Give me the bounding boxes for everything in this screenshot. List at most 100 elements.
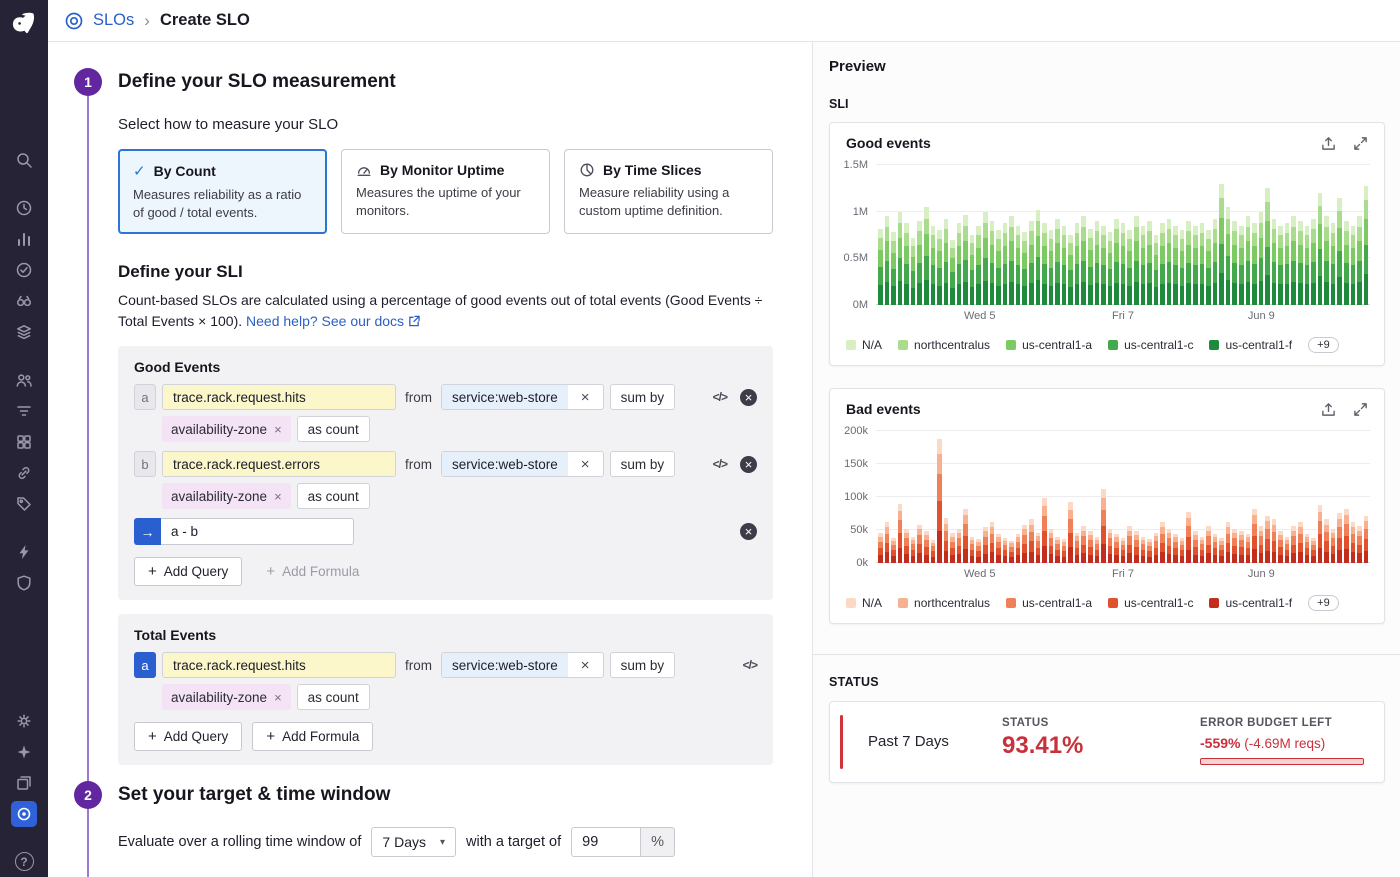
history-icon[interactable]	[0, 192, 48, 223]
bar[interactable]	[1337, 431, 1342, 563]
bar[interactable]	[1351, 431, 1356, 563]
bar[interactable]	[1121, 165, 1126, 305]
bar[interactable]	[976, 431, 981, 563]
workflows-gear-icon[interactable]	[0, 705, 48, 736]
bar[interactable]	[1200, 431, 1205, 563]
bar[interactable]	[1114, 165, 1119, 305]
bar[interactable]	[1226, 431, 1231, 563]
bar[interactable]	[1351, 165, 1356, 305]
bar[interactable]	[1154, 431, 1159, 563]
bar[interactable]	[1206, 165, 1211, 305]
bar[interactable]	[1081, 431, 1086, 563]
bar[interactable]	[911, 165, 916, 305]
bar[interactable]	[1095, 165, 1100, 305]
docs-link[interactable]: Need help? See our docs	[246, 313, 420, 329]
bar[interactable]	[1134, 431, 1139, 563]
bar[interactable]	[1127, 431, 1132, 563]
bar[interactable]	[885, 165, 890, 305]
filter-box[interactable]: service:web-store ×	[441, 384, 604, 410]
remove-filter-icon[interactable]: ×	[568, 385, 603, 409]
remove-group-icon[interactable]: ×	[274, 489, 282, 504]
legend-item[interactable]: us-central1-c	[1108, 338, 1193, 352]
bar[interactable]	[1213, 431, 1218, 563]
bar[interactable]	[1075, 165, 1080, 305]
sum-by-button[interactable]: sum by	[610, 384, 676, 410]
remove-formula-icon[interactable]: ×	[740, 523, 757, 540]
org-users-icon[interactable]	[0, 364, 48, 395]
legend-item[interactable]: us-central1-f	[1209, 338, 1292, 352]
bar[interactable]	[1049, 431, 1054, 563]
bar[interactable]	[1049, 165, 1054, 305]
bar[interactable]	[1009, 431, 1014, 563]
bar[interactable]	[1029, 431, 1034, 563]
group-by-chip[interactable]: availability-zone ×	[162, 684, 291, 710]
bar[interactable]	[1259, 165, 1264, 305]
export-icon[interactable]	[1321, 136, 1336, 151]
bar[interactable]	[1186, 431, 1191, 563]
bar[interactable]	[924, 165, 929, 305]
bar[interactable]	[1160, 431, 1165, 563]
add-formula-button[interactable]: +Add Formula	[252, 722, 373, 751]
bar[interactable]	[924, 431, 929, 563]
code-icon[interactable]: </>	[713, 457, 727, 471]
bar[interactable]	[1147, 431, 1152, 563]
bar[interactable]	[898, 431, 903, 563]
bar[interactable]	[1337, 165, 1342, 305]
filter-chip[interactable]: service:web-store	[442, 385, 568, 409]
bar[interactable]	[1016, 431, 1021, 563]
bar[interactable]	[950, 431, 955, 563]
expand-icon[interactable]	[1353, 402, 1368, 417]
bar[interactable]	[1022, 165, 1027, 305]
slos-app-icon-active[interactable]	[0, 798, 48, 829]
query-letter-a[interactable]: a	[134, 652, 156, 678]
bar[interactable]	[1246, 165, 1251, 305]
bar[interactable]	[1278, 165, 1283, 305]
bar[interactable]	[1311, 431, 1316, 563]
remove-query-icon[interactable]: ×	[740, 389, 757, 406]
bar[interactable]	[1141, 431, 1146, 563]
bar[interactable]	[996, 431, 1001, 563]
metrics-icon[interactable]	[0, 223, 48, 254]
group-by-chip[interactable]: availability-zone ×	[162, 416, 291, 442]
bar[interactable]	[1311, 165, 1316, 305]
security-shield-icon[interactable]	[0, 567, 48, 598]
bar[interactable]	[1331, 431, 1336, 563]
legend-more-badge[interactable]: +9	[1308, 595, 1339, 611]
bar[interactable]	[1193, 165, 1198, 305]
bar[interactable]	[1042, 431, 1047, 563]
bar[interactable]	[983, 165, 988, 305]
bar[interactable]	[1160, 165, 1165, 305]
legend-more-badge[interactable]: +9	[1308, 337, 1339, 353]
method-card-by-time-slices[interactable]: By Time Slices Measure reliability using…	[564, 149, 773, 234]
legend-item[interactable]: us-central1-c	[1108, 596, 1193, 610]
breadcrumb-slos-link[interactable]: SLOs	[93, 11, 134, 30]
integrations-icon[interactable]	[0, 457, 48, 488]
bar[interactable]	[1213, 165, 1218, 305]
remove-filter-icon[interactable]: ×	[568, 653, 603, 677]
bar[interactable]	[1095, 431, 1100, 563]
bar[interactable]	[1298, 431, 1303, 563]
bar[interactable]	[1252, 165, 1257, 305]
bar[interactable]	[1003, 165, 1008, 305]
bar[interactable]	[1154, 165, 1159, 305]
dashboards-icon[interactable]	[0, 426, 48, 457]
bar[interactable]	[1173, 431, 1178, 563]
bar[interactable]	[1265, 165, 1270, 305]
sum-by-button[interactable]: sum by	[610, 451, 676, 477]
bar[interactable]	[1291, 165, 1296, 305]
query-letter-b[interactable]: b	[134, 451, 156, 477]
bar[interactable]	[1239, 431, 1244, 563]
bar[interactable]	[1141, 165, 1146, 305]
bar[interactable]	[931, 165, 936, 305]
bar[interactable]	[1036, 431, 1041, 563]
bar[interactable]	[1259, 431, 1264, 563]
bar[interactable]	[970, 431, 975, 563]
watchdog-icon[interactable]	[0, 285, 48, 316]
bits-ai-sparkle-icon[interactable]	[0, 736, 48, 767]
help-icon[interactable]: ?	[0, 846, 48, 877]
bar[interactable]	[1088, 165, 1093, 305]
bar[interactable]	[1272, 165, 1277, 305]
bar[interactable]	[1134, 165, 1139, 305]
bar[interactable]	[1298, 165, 1303, 305]
bar[interactable]	[1186, 165, 1191, 305]
